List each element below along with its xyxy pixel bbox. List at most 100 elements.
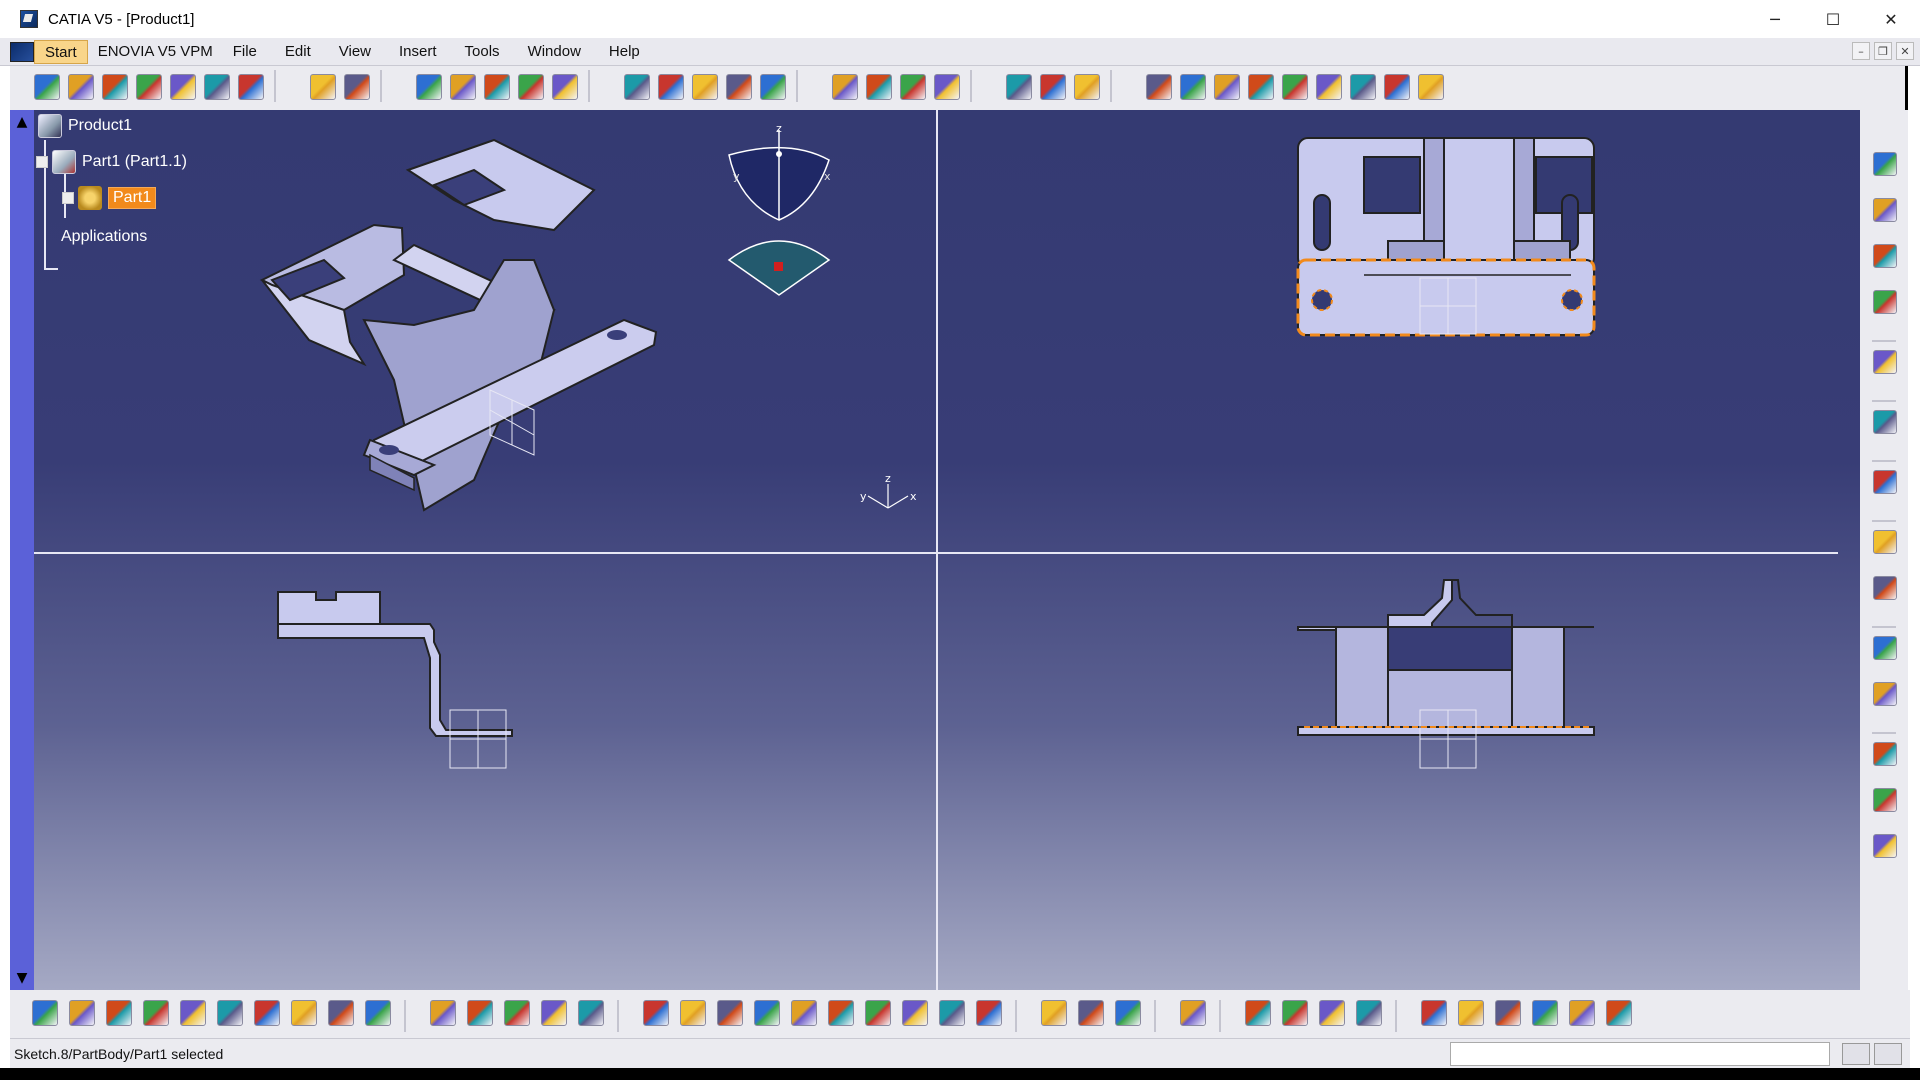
pan-icon[interactable] (643, 1000, 669, 1026)
comment-icon[interactable] (467, 1000, 493, 1026)
product-management-icon[interactable] (34, 74, 60, 100)
fastener-icon[interactable] (1532, 1000, 1558, 1026)
menu-view[interactable]: View (329, 40, 381, 64)
select-arrow-icon[interactable] (1873, 410, 1897, 434)
menu-enovia[interactable]: ENOVIA V5 VPM (88, 40, 223, 64)
hem-icon[interactable] (518, 74, 544, 100)
hide-show-icon[interactable] (939, 1000, 965, 1026)
fit-all-icon[interactable] (310, 74, 336, 100)
formula-icon[interactable] (430, 1000, 456, 1026)
quick-view-icon[interactable] (865, 1000, 891, 1026)
normal-view-icon[interactable] (828, 1000, 854, 1026)
axis-icon[interactable] (1458, 1000, 1484, 1026)
lamp-icon[interactable] (1282, 1000, 1308, 1026)
point-icon[interactable] (1418, 74, 1444, 100)
what-is-this-icon[interactable] (365, 1000, 391, 1026)
pattern-icon[interactable] (692, 74, 718, 100)
part-design-icon[interactable] (68, 74, 94, 100)
camera-icon[interactable] (1873, 530, 1897, 554)
annotation-icon[interactable] (866, 74, 892, 100)
copy-icon[interactable] (217, 1000, 243, 1026)
knowledge-icon[interactable] (204, 74, 230, 100)
product-icon[interactable] (1873, 244, 1897, 268)
assembly-icon[interactable] (136, 74, 162, 100)
menu-file[interactable]: File (223, 40, 267, 64)
doc-restore-button[interactable]: ❐ (1874, 42, 1892, 60)
top-view-part[interactable] (1296, 137, 1596, 337)
doc-minimize-button[interactable]: – (1852, 42, 1870, 60)
cut-icon[interactable] (180, 1000, 206, 1026)
print-icon[interactable] (143, 1000, 169, 1026)
gear-icon[interactable] (1873, 350, 1897, 374)
mass-icon[interactable] (1115, 1000, 1141, 1026)
compass[interactable]: z y x (727, 122, 831, 296)
command-input[interactable] (1450, 1042, 1830, 1066)
menu-edit[interactable]: Edit (275, 40, 321, 64)
catalog-icon[interactable] (238, 74, 264, 100)
catalog-icon[interactable] (1873, 198, 1897, 222)
knowledge-icon[interactable] (541, 1000, 567, 1026)
render-icon[interactable] (1006, 74, 1032, 100)
table-icon[interactable] (504, 1000, 530, 1026)
swap-icon[interactable] (976, 1000, 1002, 1026)
sketcher-icon[interactable] (102, 74, 128, 100)
menu-window[interactable]: Window (518, 40, 591, 64)
view-mode-icon[interactable] (934, 74, 960, 100)
new-icon[interactable] (32, 1000, 58, 1026)
section-icon[interactable] (1146, 74, 1172, 100)
sketch-icon[interactable] (1873, 470, 1897, 494)
open-icon[interactable] (69, 1000, 95, 1026)
tree-scrollbar[interactable]: ▲ ▼ (10, 110, 34, 990)
measure-icon[interactable] (900, 74, 926, 100)
paste-icon[interactable] (254, 1000, 280, 1026)
tolerance-icon[interactable] (1569, 1000, 1595, 1026)
origin-icon[interactable] (1350, 74, 1376, 100)
close-button[interactable]: ✕ (1862, 0, 1920, 38)
catia-logo-icon[interactable] (1606, 1000, 1632, 1026)
right-view-icon[interactable] (1248, 74, 1274, 100)
menu-start[interactable]: Start (34, 39, 88, 64)
undo-icon[interactable] (291, 1000, 317, 1026)
status-button-2[interactable] (1874, 1043, 1902, 1065)
catia-app-icon[interactable] (20, 10, 38, 28)
measure-between-icon[interactable] (1078, 1000, 1104, 1026)
compass-icon[interactable] (1421, 1000, 1447, 1026)
top-view-icon[interactable] (1180, 74, 1206, 100)
update-icon[interactable] (1356, 1000, 1382, 1026)
redo-icon[interactable] (328, 1000, 354, 1026)
scroll-up-icon[interactable]: ▲ (12, 112, 32, 132)
zoom-in-icon[interactable] (754, 1000, 780, 1026)
iso-view-part[interactable] (259, 138, 658, 512)
maximize-button[interactable]: ☐ (1804, 0, 1862, 38)
status-button-1[interactable] (1842, 1043, 1870, 1065)
stamp-icon[interactable] (658, 74, 684, 100)
spec-tree-icon[interactable] (1873, 152, 1897, 176)
iso-view-icon[interactable] (1282, 74, 1308, 100)
measure-icon[interactable] (578, 1000, 604, 1026)
material-icon[interactable] (1074, 74, 1100, 100)
wall-icon[interactable] (450, 74, 476, 100)
dimension-icon[interactable] (1495, 1000, 1521, 1026)
text-icon[interactable] (832, 74, 858, 100)
what-is-this-icon[interactable] (344, 74, 370, 100)
multi-view-icon[interactable] (1873, 636, 1897, 660)
fit-all-icon[interactable] (680, 1000, 706, 1026)
shading-icon[interactable] (1040, 74, 1066, 100)
side-view-part[interactable] (277, 591, 513, 769)
viewpoint-icon[interactable] (1873, 682, 1897, 706)
unfold-icon[interactable] (760, 74, 786, 100)
3d-viewport[interactable]: Product1 Part1 (Part1.1) Part1 Applicati… (34, 110, 1860, 990)
apply-material-icon[interactable] (1245, 1000, 1271, 1026)
front-view-part[interactable] (1297, 579, 1595, 769)
zoom-out-icon[interactable] (791, 1000, 817, 1026)
flange-icon[interactable] (484, 74, 510, 100)
scroll-down-icon[interactable]: ▼ (12, 968, 32, 988)
menu-tools[interactable]: Tools (455, 40, 510, 64)
plane-icon[interactable] (1873, 834, 1897, 858)
user-flange-icon[interactable] (624, 74, 650, 100)
save-icon[interactable] (106, 1000, 132, 1026)
save-icon[interactable] (1873, 576, 1897, 600)
line-icon[interactable] (1873, 788, 1897, 812)
rotate-icon[interactable] (717, 1000, 743, 1026)
model-views[interactable]: z y x z y x (34, 110, 1860, 990)
